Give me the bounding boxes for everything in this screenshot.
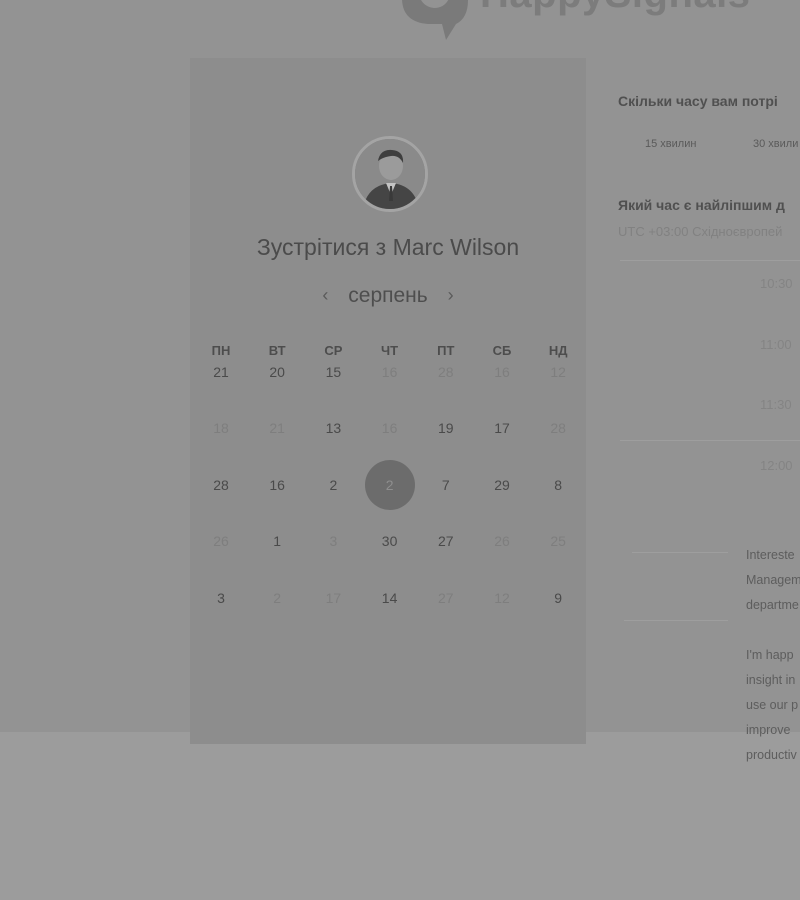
calendar-day[interactable]: 1 (252, 516, 302, 566)
calendar-day: 16 (381, 364, 398, 380)
calendar-day[interactable]: 19 (421, 403, 471, 453)
time-slot[interactable]: 12:00 (760, 458, 793, 473)
selected-day[interactable]: 2 (364, 459, 415, 510)
divider (624, 620, 728, 621)
meeting-title: Зустрітися з Marc Wilson (256, 234, 520, 260)
calendar-day[interactable]: 7 (421, 460, 471, 510)
calendar-day[interactable]: 27 (421, 516, 471, 566)
calendar-day: 26 (494, 533, 510, 550)
calendar-day[interactable]: 3 (196, 573, 246, 623)
calendar-day: 28 (550, 420, 566, 437)
calendar-day[interactable]: 9 (533, 573, 583, 623)
calendar-day: 21 (269, 420, 285, 437)
divider (632, 552, 728, 553)
description-text: Intereste Managem departme (746, 548, 800, 612)
calendar-day: 28 (438, 364, 454, 380)
chevron-right-icon[interactable]: › (434, 285, 468, 306)
calendar-day[interactable]: 16 (252, 460, 302, 510)
calendar-day[interactable]: 21 (196, 347, 246, 397)
calendar-day: 12 (494, 589, 510, 606)
calendar-day: 16 (381, 420, 398, 437)
calendar-day: 25 (550, 533, 566, 550)
duration-option-15[interactable]: 15 хвилин (645, 138, 696, 150)
calendar-day[interactable]: 20 (252, 347, 302, 397)
timezone-selector[interactable]: UTC +03:00 Східноєвропей (618, 224, 782, 239)
speech-bubble-logo-icon (402, 0, 468, 40)
description-text: I'm happ insight in use our p improve pr… (746, 648, 799, 762)
calendar-day: 2 (273, 589, 282, 606)
calendar-day: 26 (213, 533, 229, 550)
duration-question: Скільки часу вам потрі (618, 93, 778, 109)
time-slot[interactable]: 11:00 (760, 337, 792, 352)
divider (620, 260, 800, 261)
calendar-card: Зустрітися з Marc Wilson ‹ серпень › ПН В… (190, 58, 586, 744)
calendar-day[interactable]: 13 (308, 403, 358, 453)
time-slot[interactable]: 11:30 (760, 397, 792, 412)
divider (620, 440, 800, 441)
time-slot[interactable]: 10:30 (760, 276, 793, 291)
calendar-day[interactable]: 30 (365, 516, 415, 566)
calendar-day[interactable]: 14 (365, 573, 415, 623)
time-question: Який час є найліпшим д (618, 197, 785, 213)
duration-option-30[interactable]: 30 хвили (753, 138, 798, 150)
calendar-day: 27 (438, 589, 454, 606)
calendar-day: 16 (494, 364, 510, 380)
month-label: серпень (348, 284, 428, 307)
calendar-day[interactable]: 17 (477, 403, 527, 453)
calendar-day[interactable]: 28 (196, 460, 246, 510)
page-footer-area (0, 732, 800, 900)
calendar-day: 18 (213, 420, 229, 437)
person-photo-icon (355, 139, 425, 209)
calendar-day[interactable]: 2 (308, 460, 358, 510)
chevron-left-icon[interactable]: ‹ (308, 285, 342, 306)
month-navigator: ‹ серпень › (190, 284, 586, 308)
calendar-day: 12 (550, 364, 566, 380)
logo-text: HappySignals (480, 0, 751, 17)
calendar-day: 17 (325, 589, 342, 606)
avatar (352, 136, 428, 212)
calendar-day[interactable]: 29 (477, 460, 527, 510)
calendar-day: 3 (329, 533, 338, 550)
calendar-day[interactable]: 8 (533, 460, 583, 510)
calendar-day[interactable]: 15 (308, 347, 358, 397)
